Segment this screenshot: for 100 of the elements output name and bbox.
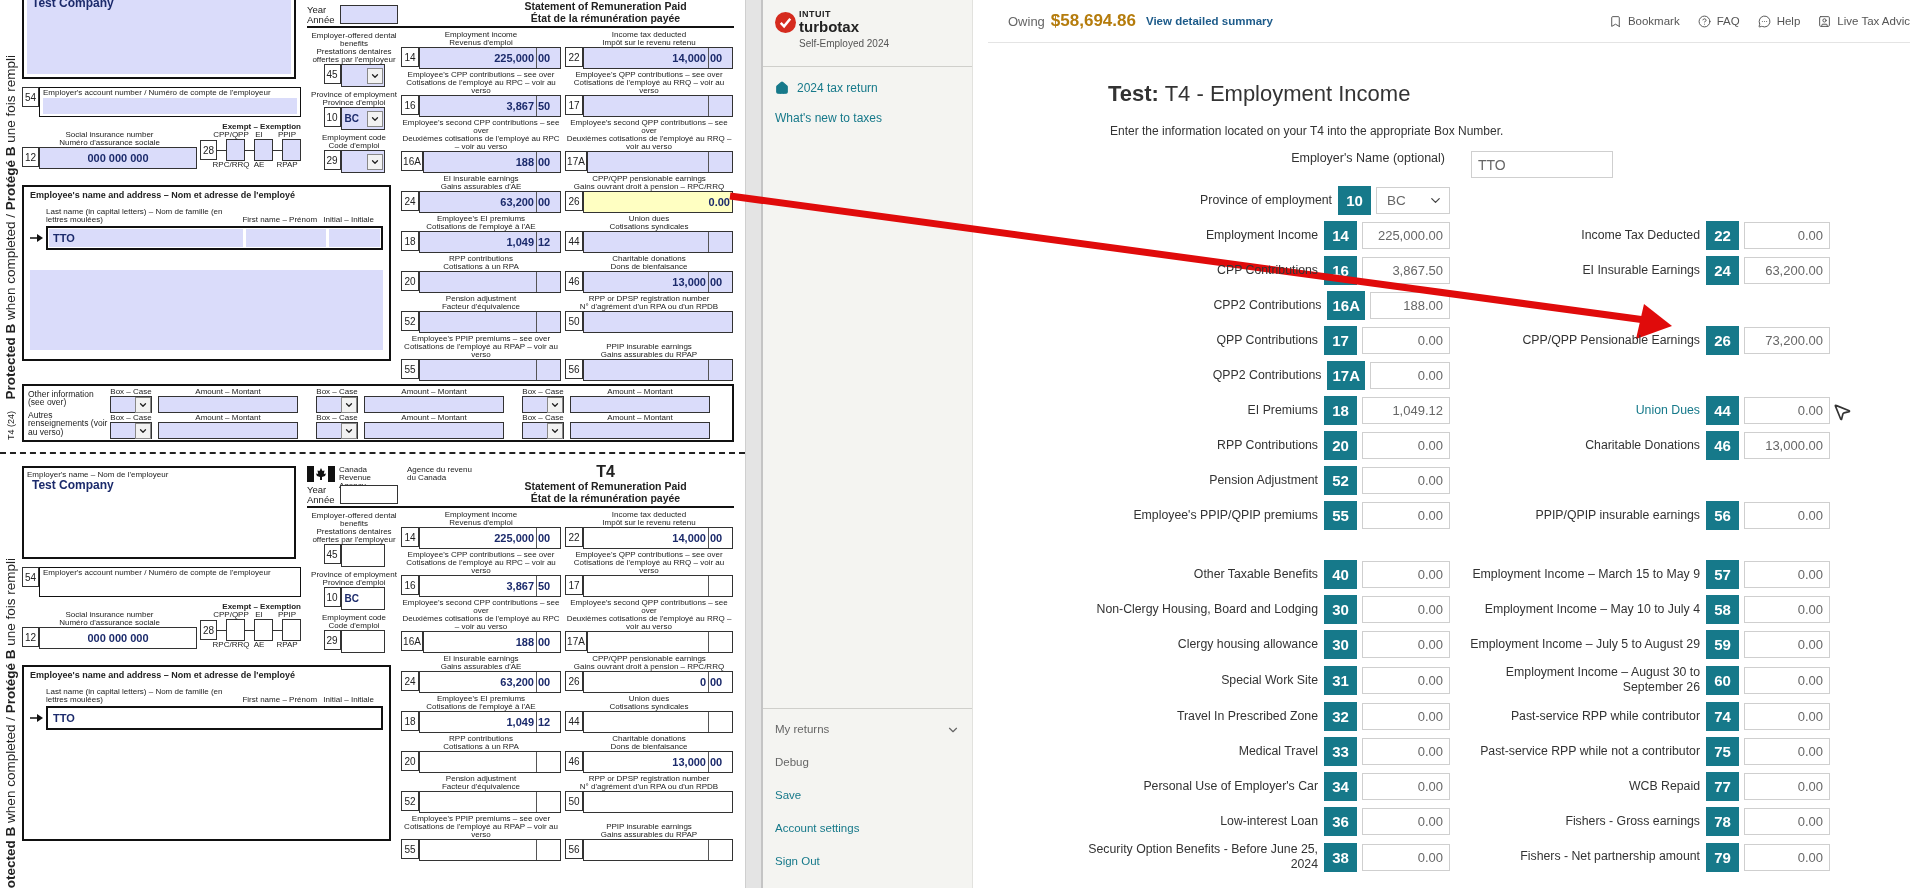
toolbar-link[interactable]: FAQ (1697, 14, 1740, 28)
box-code-field[interactable] (522, 422, 564, 439)
amount-field[interactable]: 0.00 (1744, 631, 1830, 658)
sidebar-link[interactable]: Save (775, 789, 960, 822)
amount-field[interactable]: 0.00 (1744, 222, 1830, 249)
field-label: Employer-offered dental benefits (310, 32, 398, 48)
summary-link[interactable]: View detailed summary (1145, 15, 1273, 27)
sidebar-link[interactable]: Account settings (775, 822, 960, 855)
box-code-field[interactable] (316, 422, 358, 439)
amount-field[interactable]: 225,000.00 (1362, 222, 1450, 249)
section-label: Autres renseignements (voir au verso) (28, 410, 109, 437)
amount-field[interactable]: 1,049.12 (1362, 397, 1450, 424)
amount-field[interactable]: 188 00 (423, 151, 561, 173)
amount-field[interactable]: 0.00 (1744, 596, 1830, 623)
dropdown-button[interactable] (547, 422, 563, 439)
exempt-checkbox[interactable] (226, 139, 245, 161)
code-field[interactable]: BC (340, 107, 385, 130)
amount-field[interactable]: 0.00 (1362, 432, 1450, 459)
amount-field[interactable]: 63,200 00 (419, 191, 561, 213)
toolbar-link[interactable]: Live Tax Advic (1818, 14, 1910, 28)
year-field[interactable] (340, 5, 399, 24)
amount-field[interactable]: 0.00 (1744, 702, 1830, 730)
amount-field[interactable]: 1,049 12 (419, 231, 561, 253)
amount-field[interactable]: 0.00 (1362, 327, 1450, 354)
dropdown-button[interactable] (341, 396, 357, 413)
account-field[interactable]: Employer's account number / Numéro de compte de l'employeur (39, 87, 301, 117)
dropdown-button[interactable] (135, 422, 151, 439)
code-field[interactable] (340, 150, 385, 173)
amount-field[interactable]: 0.00 (1370, 362, 1450, 389)
dropdown-button[interactable] (366, 153, 383, 170)
amount-field[interactable]: 0.00 (1362, 843, 1450, 871)
box-code-field[interactable] (522, 396, 564, 413)
dropdown-button[interactable] (366, 110, 383, 127)
amount-field[interactable]: 0.00 (1744, 807, 1830, 835)
sin-field[interactable]: 000 000 000 (39, 147, 197, 169)
amount-field[interactable]: 73,200.00 (1744, 327, 1830, 354)
amount-field[interactable] (419, 311, 561, 333)
code-field[interactable] (340, 64, 385, 87)
dropdown-button[interactable] (547, 396, 563, 413)
bookmark-icon (1608, 14, 1622, 28)
amount-field[interactable]: 188.00 (1370, 292, 1450, 319)
amount-field[interactable]: 0.00 (1744, 561, 1830, 588)
employer-name-field[interactable]: TTO (1471, 151, 1613, 178)
amount-field[interactable]: 0.00 (1362, 631, 1450, 658)
amount-field[interactable]: 3,867 50 (419, 95, 561, 117)
amount-field[interactable] (570, 422, 710, 439)
toolbar-link[interactable]: Bookmark (1608, 14, 1680, 28)
field-link[interactable]: Union Dues (1458, 402, 1701, 419)
amount-field[interactable] (364, 396, 504, 413)
amount-field[interactable] (583, 311, 733, 333)
amount-field[interactable]: 0.00 (583, 191, 733, 213)
amount-field[interactable]: 0.00 (1362, 467, 1450, 494)
box-code-field[interactable] (110, 422, 152, 439)
address-field[interactable] (30, 270, 383, 350)
amount-field[interactable] (570, 396, 710, 413)
amount-field[interactable] (583, 231, 733, 253)
amount-field[interactable]: 3,867.50 (1362, 257, 1450, 284)
amount-field[interactable]: 0.00 (1744, 772, 1830, 800)
amount-field[interactable]: 0.00 (1744, 843, 1830, 871)
amount-field[interactable]: 13,000.00 (1744, 432, 1830, 459)
province-select[interactable]: BC (1376, 187, 1450, 214)
amount-field[interactable] (419, 359, 561, 381)
amount-field[interactable] (158, 396, 298, 413)
amount-field[interactable]: 0.00 (1362, 596, 1450, 623)
amount-field[interactable] (419, 271, 561, 293)
amount-field[interactable]: 0.00 (1362, 737, 1450, 765)
amount-field[interactable]: 14,000 00 (583, 47, 733, 69)
amount-field[interactable] (583, 359, 733, 381)
exempt-checkbox[interactable] (282, 139, 301, 161)
nav-link[interactable]: What's new to taxes (775, 111, 882, 125)
dropdown-button[interactable] (135, 396, 151, 413)
box-code-field[interactable] (316, 396, 358, 413)
name-field[interactable]: TTO (46, 226, 383, 250)
amount-field[interactable]: 0.00 (1362, 666, 1450, 694)
amount-field[interactable] (364, 422, 504, 439)
amount-field[interactable]: 0.00 (1362, 772, 1450, 800)
box-number: 14 (401, 47, 419, 67)
sidebar-link[interactable]: Debug (775, 756, 960, 789)
toolbar-link[interactable]: Help (1757, 14, 1801, 28)
amount-field[interactable]: 63,200.00 (1744, 257, 1830, 284)
amount-field[interactable] (587, 151, 733, 173)
amount-field[interactable]: 0.00 (1362, 702, 1450, 730)
dropdown-button[interactable] (341, 422, 357, 439)
sidebar-link[interactable]: My returns (775, 723, 960, 756)
amount-field[interactable]: 0.00 (1362, 502, 1450, 529)
amount-field[interactable] (583, 95, 733, 117)
dropdown-button[interactable] (366, 67, 383, 84)
amount-field[interactable]: 0.00 (1744, 397, 1830, 424)
amount-field[interactable]: 0.00 (1362, 807, 1450, 835)
amount-field[interactable]: 0.00 (1362, 561, 1450, 588)
amount-field[interactable]: 225,000 00 (419, 47, 561, 69)
amount-field[interactable]: 0.00 (1744, 737, 1830, 765)
box-code-field[interactable] (110, 396, 152, 413)
amount-field[interactable]: 0.00 (1744, 666, 1830, 694)
exempt-checkbox[interactable] (254, 139, 273, 161)
amount-field[interactable]: 0.00 (1744, 502, 1830, 529)
amount-field[interactable] (158, 422, 298, 439)
nav-link[interactable]: 2024 tax return (775, 81, 878, 95)
sidebar-link[interactable]: Sign Out (775, 855, 960, 888)
amount-field[interactable]: 13,000 00 (583, 271, 733, 293)
